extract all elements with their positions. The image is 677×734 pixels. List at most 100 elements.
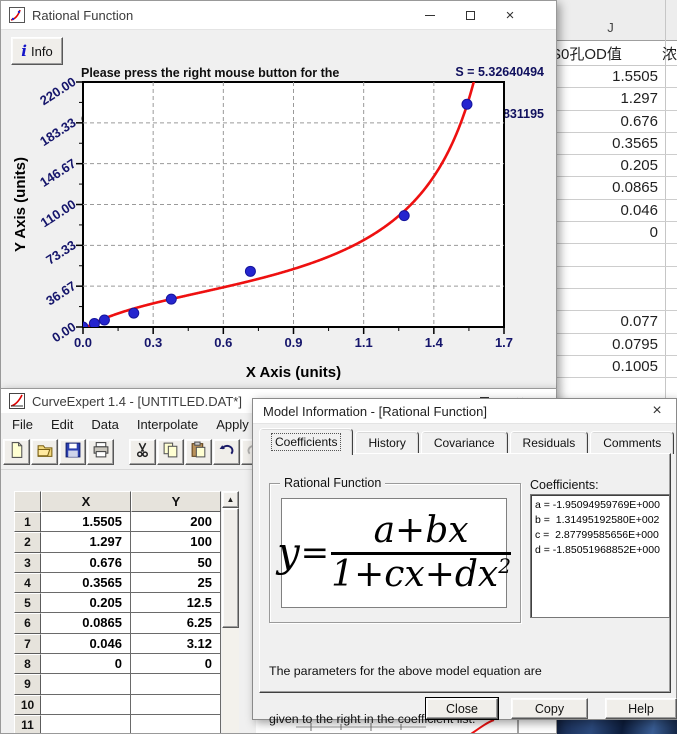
y-tick-label: 220.00 [37, 74, 79, 108]
scrollbar-thumb[interactable] [222, 508, 239, 628]
help-button[interactable]: Help [605, 698, 677, 719]
tab-history[interactable]: History [355, 431, 418, 454]
excel-cell[interactable]: 1.297 [556, 88, 665, 109]
data-point [399, 211, 409, 221]
excel-row: 1.297 [556, 88, 677, 110]
tab-comments[interactable]: Comments [590, 431, 674, 454]
excel-header-cell-conc[interactable]: 浓 [656, 43, 677, 64]
table-row: 800 [14, 654, 222, 674]
background-banner [556, 720, 677, 734]
row-number: 5 [14, 593, 41, 613]
copy-button[interactable]: Copy [511, 698, 588, 719]
undo-button[interactable] [213, 439, 240, 465]
cell-x[interactable]: 1.5505 [41, 512, 131, 532]
graph-window-controls: × [410, 1, 530, 29]
cell-x[interactable]: 0.205 [41, 593, 131, 613]
cell-y[interactable] [131, 695, 221, 715]
cell-x[interactable] [41, 695, 131, 715]
paste-button[interactable] [185, 439, 212, 465]
scrollbar-up-icon[interactable]: ▲ [222, 491, 239, 508]
row-number: 2 [14, 532, 41, 552]
excel-cell[interactable] [556, 244, 665, 265]
x-tick-label: 1.1 [355, 335, 373, 350]
cut-button[interactable] [129, 439, 156, 465]
cell-x[interactable]: 0.3565 [41, 573, 131, 593]
data-point [99, 315, 109, 325]
menu-interpolate[interactable]: Interpolate [128, 415, 207, 434]
excel-cell[interactable]: 0.0865 [556, 177, 665, 198]
excel-cell[interactable]: 0.046 [556, 200, 665, 221]
row-number: 3 [14, 553, 41, 573]
excel-cell[interactable]: 0 [556, 222, 665, 243]
excel-cell[interactable]: 0.676 [556, 111, 665, 132]
table-header-row: XY [14, 491, 222, 512]
info-icon: i [21, 42, 27, 60]
table-row: 9 [14, 674, 222, 694]
menu-file[interactable]: File [3, 415, 42, 434]
table-row: 40.356525 [14, 573, 222, 593]
coefficient-entry: c = 2.87799585656E+000 [535, 528, 669, 543]
coefficients-list[interactable]: a = -1.95094959769E+000b = 1.31495192580… [530, 494, 670, 618]
cell-y[interactable]: 50 [131, 553, 221, 573]
table-column-header-x: X [41, 491, 131, 512]
excel-row [556, 244, 677, 266]
tab-coefficients[interactable]: Coefficients [259, 428, 353, 455]
cell-x[interactable]: 1.297 [41, 532, 131, 552]
cell-x[interactable]: 0.046 [41, 634, 131, 654]
cell-y[interactable]: 25 [131, 573, 221, 593]
save-file-button[interactable] [59, 439, 86, 465]
excel-cell[interactable]: 0.0795 [556, 334, 665, 355]
dialog-close-button[interactable]: × [644, 401, 670, 421]
cell-y[interactable]: 200 [131, 512, 221, 532]
new-file-button[interactable] [3, 439, 30, 465]
excel-cell[interactable]: 0.205 [556, 155, 665, 176]
row-number: 9 [14, 674, 41, 694]
coefficients-label: Coefficients: [530, 478, 599, 492]
excel-cell[interactable] [556, 289, 665, 310]
cell-x[interactable]: 0.0865 [41, 613, 131, 633]
cell-x[interactable] [41, 674, 131, 694]
menu-data[interactable]: Data [82, 415, 127, 434]
tab-residuals[interactable]: Residuals [510, 431, 589, 454]
close-button[interactable]: Close [426, 698, 498, 719]
maximize-button[interactable] [450, 1, 490, 29]
coefficient-entry: b = 1.31495192580E+002 [535, 513, 669, 528]
excel-cell[interactable]: 1.5505 [556, 66, 665, 87]
excel-cell[interactable]: 0.3565 [556, 133, 665, 154]
cell-y[interactable]: 100 [131, 532, 221, 552]
minimize-button[interactable] [410, 1, 450, 29]
rational-function-window: Rational Function × i Info Please press … [0, 0, 557, 389]
cell-y[interactable]: 3.12 [131, 634, 221, 654]
cell-y[interactable]: 6.25 [131, 613, 221, 633]
graph-window-titlebar: Rational Function × [1, 1, 556, 30]
coefficient-entry: a = -1.95094959769E+000 [535, 498, 669, 513]
cell-y[interactable]: 0 [131, 654, 221, 674]
print-button[interactable] [87, 439, 114, 465]
row-number: 11 [14, 715, 41, 734]
menu-edit[interactable]: Edit [42, 415, 82, 434]
close-button[interactable]: × [490, 1, 530, 29]
cell-y[interactable]: 12.5 [131, 593, 221, 613]
excel-cell[interactable] [556, 267, 665, 288]
row-number: 6 [14, 613, 41, 633]
cell-y[interactable] [131, 715, 221, 734]
cell-y[interactable] [131, 674, 221, 694]
main-window-title: CurveExpert 1.4 - [UNTITLED.DAT*] [32, 394, 242, 409]
fit-plot[interactable]: 0.00.30.60.91.11.41.70.0036.6773.33110.0… [1, 71, 558, 389]
info-button[interactable]: i Info [11, 37, 63, 65]
cell-x[interactable]: 0 [41, 654, 131, 674]
excel-column-letter[interactable]: J [556, 20, 665, 35]
table-scrollbar[interactable]: ▲ [222, 491, 239, 734]
excel-header-cell-od[interactable]: S0孔OD值 [556, 43, 656, 64]
excel-column-header-band: J [556, 0, 677, 41]
cell-x[interactable] [41, 715, 131, 734]
tab-label: Covariance [434, 436, 495, 450]
cell-x[interactable]: 0.676 [41, 553, 131, 573]
tab-covariance[interactable]: Covariance [421, 431, 508, 454]
row-number: 1 [14, 512, 41, 532]
row-number: 4 [14, 573, 41, 593]
copy-button[interactable] [157, 439, 184, 465]
excel-cell[interactable]: 0.077 [556, 311, 665, 332]
open-file-button[interactable] [31, 439, 58, 465]
excel-cell[interactable]: 0.1005 [556, 356, 665, 377]
